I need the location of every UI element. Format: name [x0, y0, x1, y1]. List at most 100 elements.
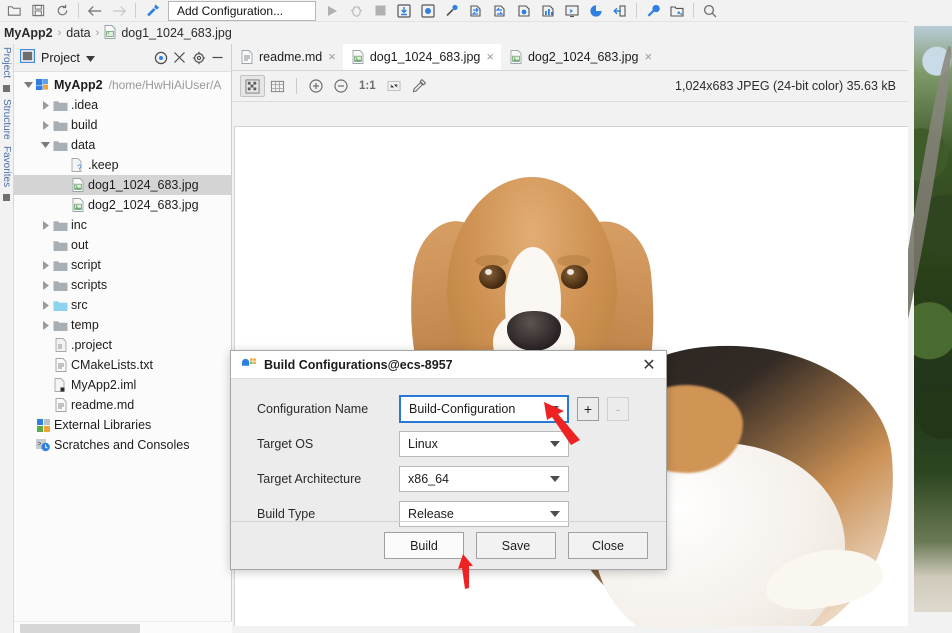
close-icon[interactable]: ×: [328, 50, 336, 63]
connect-plug-icon[interactable]: [440, 1, 464, 21]
tree-node-temp[interactable]: temp: [14, 315, 231, 335]
dog-eye-left: [479, 265, 506, 289]
transfer-out-icon[interactable]: [488, 1, 512, 21]
wrench-icon[interactable]: [641, 1, 665, 21]
project-structure-icon[interactable]: [665, 1, 689, 21]
breadcrumb-item-project[interactable]: MyApp2: [4, 26, 53, 40]
image-file-icon: [352, 49, 364, 64]
save-all-icon[interactable]: [26, 1, 50, 21]
close-icon[interactable]: ✕: [638, 354, 660, 376]
tree-node-build[interactable]: build: [14, 115, 231, 135]
chevron-right-icon[interactable]: [39, 220, 52, 230]
tree-node-out[interactable]: out: [14, 235, 231, 255]
open-folder-icon[interactable]: [2, 1, 26, 21]
back-icon[interactable]: [83, 1, 107, 21]
editor-tab-dog2-1024-683-jpg[interactable]: dog2_1024_683.jpg ×: [501, 44, 659, 70]
breadcrumb-item-folder[interactable]: data: [66, 26, 90, 40]
terminal-window-icon[interactable]: [560, 1, 584, 21]
transparency-chessboard-icon[interactable]: [240, 75, 265, 97]
editor-tab-dog1-1024-683-jpg[interactable]: dog1_1024_683.jpg ×: [342, 44, 501, 70]
image-file-icon: [72, 198, 84, 212]
chevron-right-icon[interactable]: [39, 300, 52, 310]
download-box-icon[interactable]: [392, 1, 416, 21]
tree-node-data[interactable]: data: [14, 135, 231, 155]
target-os-combobox[interactable]: Linux: [399, 430, 569, 457]
stop-icon: [368, 1, 392, 21]
sync-icon[interactable]: [50, 1, 74, 21]
chevron-down-icon[interactable]: [550, 510, 560, 517]
chevron-down-icon[interactable]: [550, 475, 560, 482]
locate-target-icon[interactable]: [151, 48, 170, 67]
profile-icon[interactable]: [512, 1, 536, 21]
close-button[interactable]: Close: [568, 532, 648, 559]
build-type-value: Release: [408, 506, 454, 521]
zoom-out-icon[interactable]: [328, 75, 353, 97]
breadcrumb-item-file[interactable]: dog1_1024_683.jpg: [104, 24, 232, 42]
target-architecture-combobox[interactable]: x86_64: [399, 465, 569, 492]
gear-icon[interactable]: [189, 48, 208, 67]
configuration-name-combobox[interactable]: Build-Configuration: [399, 394, 569, 423]
folder-icon: [53, 279, 68, 292]
scrollbar-thumb[interactable]: [20, 624, 140, 633]
chevron-right-icon[interactable]: [39, 100, 52, 110]
run-configuration-selector[interactable]: Add Configuration...: [168, 0, 316, 21]
tree-node--idea[interactable]: .idea: [14, 95, 231, 115]
collapse-all-icon[interactable]: [170, 48, 189, 67]
background-window-peek[interactable]: [908, 0, 952, 633]
forward-icon: [107, 1, 131, 21]
search-icon[interactable]: [698, 1, 722, 21]
run-icon: [320, 1, 344, 21]
chevron-right-icon[interactable]: [39, 280, 52, 290]
tree-node-src[interactable]: src: [14, 295, 231, 315]
tree-node-myapp2-iml[interactable]: MyApp2.iml: [14, 375, 231, 395]
tree-node-inc[interactable]: inc: [14, 215, 231, 235]
fit-to-window-icon[interactable]: [382, 75, 407, 97]
tree-node-scratches-and-consoles[interactable]: > Scratches and Consoles: [14, 435, 231, 455]
remove-configuration-button[interactable]: -: [607, 396, 629, 421]
analyze-chart-icon[interactable]: [536, 1, 560, 21]
close-icon[interactable]: ×: [486, 50, 494, 63]
tree-node-dog2-1024-683-jpg[interactable]: dog2_1024_683.jpg: [14, 195, 231, 215]
chevron-down-icon[interactable]: [549, 405, 559, 412]
chevron-down-icon[interactable]: [550, 440, 560, 447]
tree-node-scripts[interactable]: scripts: [14, 275, 231, 295]
project-panel-hscrollbar[interactable]: [14, 621, 232, 633]
import-arrow-icon[interactable]: [608, 1, 632, 21]
editor-tab-readme-md[interactable]: readme.md ×: [232, 44, 343, 70]
chevron-down-icon[interactable]: [85, 51, 95, 65]
tree-node-external-libraries[interactable]: External Libraries: [14, 415, 231, 435]
color-picker-icon[interactable]: [407, 75, 432, 97]
save-button[interactable]: Save: [476, 532, 556, 559]
close-icon[interactable]: ×: [644, 50, 652, 63]
chevron-down-icon[interactable]: [22, 82, 35, 88]
pie-chart-icon[interactable]: [584, 1, 608, 21]
tree-node--project[interactable]: .project: [14, 335, 231, 355]
build-button[interactable]: Build: [384, 532, 464, 559]
transfer-in-icon[interactable]: [464, 1, 488, 21]
chevron-right-icon[interactable]: [39, 320, 52, 330]
rail-item-structure[interactable]: Structure: [1, 96, 12, 143]
minimize-icon[interactable]: [208, 48, 227, 67]
tree-node-cmakelists-txt[interactable]: CMakeLists.txt: [14, 355, 231, 375]
tree-node-dog1-1024-683-jpg[interactable]: dog1_1024_683.jpg: [14, 175, 231, 195]
svg-text:>: >: [37, 441, 41, 448]
zoom-in-icon[interactable]: [303, 75, 328, 97]
chevron-right-icon[interactable]: [39, 260, 52, 270]
tree-node--keep[interactable]: ? .keep: [14, 155, 231, 175]
deploy-box-icon[interactable]: [416, 1, 440, 21]
chevron-right-icon[interactable]: [39, 120, 52, 130]
target-os-label: Target OS: [257, 436, 314, 451]
rail-item-project[interactable]: Project: [1, 44, 12, 81]
tree-node-readme-md[interactable]: readme.md: [14, 395, 231, 415]
grid-icon[interactable]: [265, 75, 290, 97]
build-hammer-icon[interactable]: [140, 1, 164, 21]
unknown-file-icon: ?: [71, 158, 84, 172]
rail-item-favorites[interactable]: Favorites: [1, 143, 12, 190]
add-configuration-button[interactable]: +: [577, 396, 599, 421]
dialog-titlebar[interactable]: Build Configurations@ecs-8957 ✕: [231, 351, 666, 379]
tree-node-script[interactable]: script: [14, 255, 231, 275]
chevron-down-icon[interactable]: [39, 142, 52, 148]
dog-eye-right: [561, 265, 588, 289]
actual-size-icon[interactable]: 1:1: [353, 80, 382, 92]
tree-node-myapp2[interactable]: MyApp2/home/HwHiAiUser/A: [14, 75, 231, 95]
